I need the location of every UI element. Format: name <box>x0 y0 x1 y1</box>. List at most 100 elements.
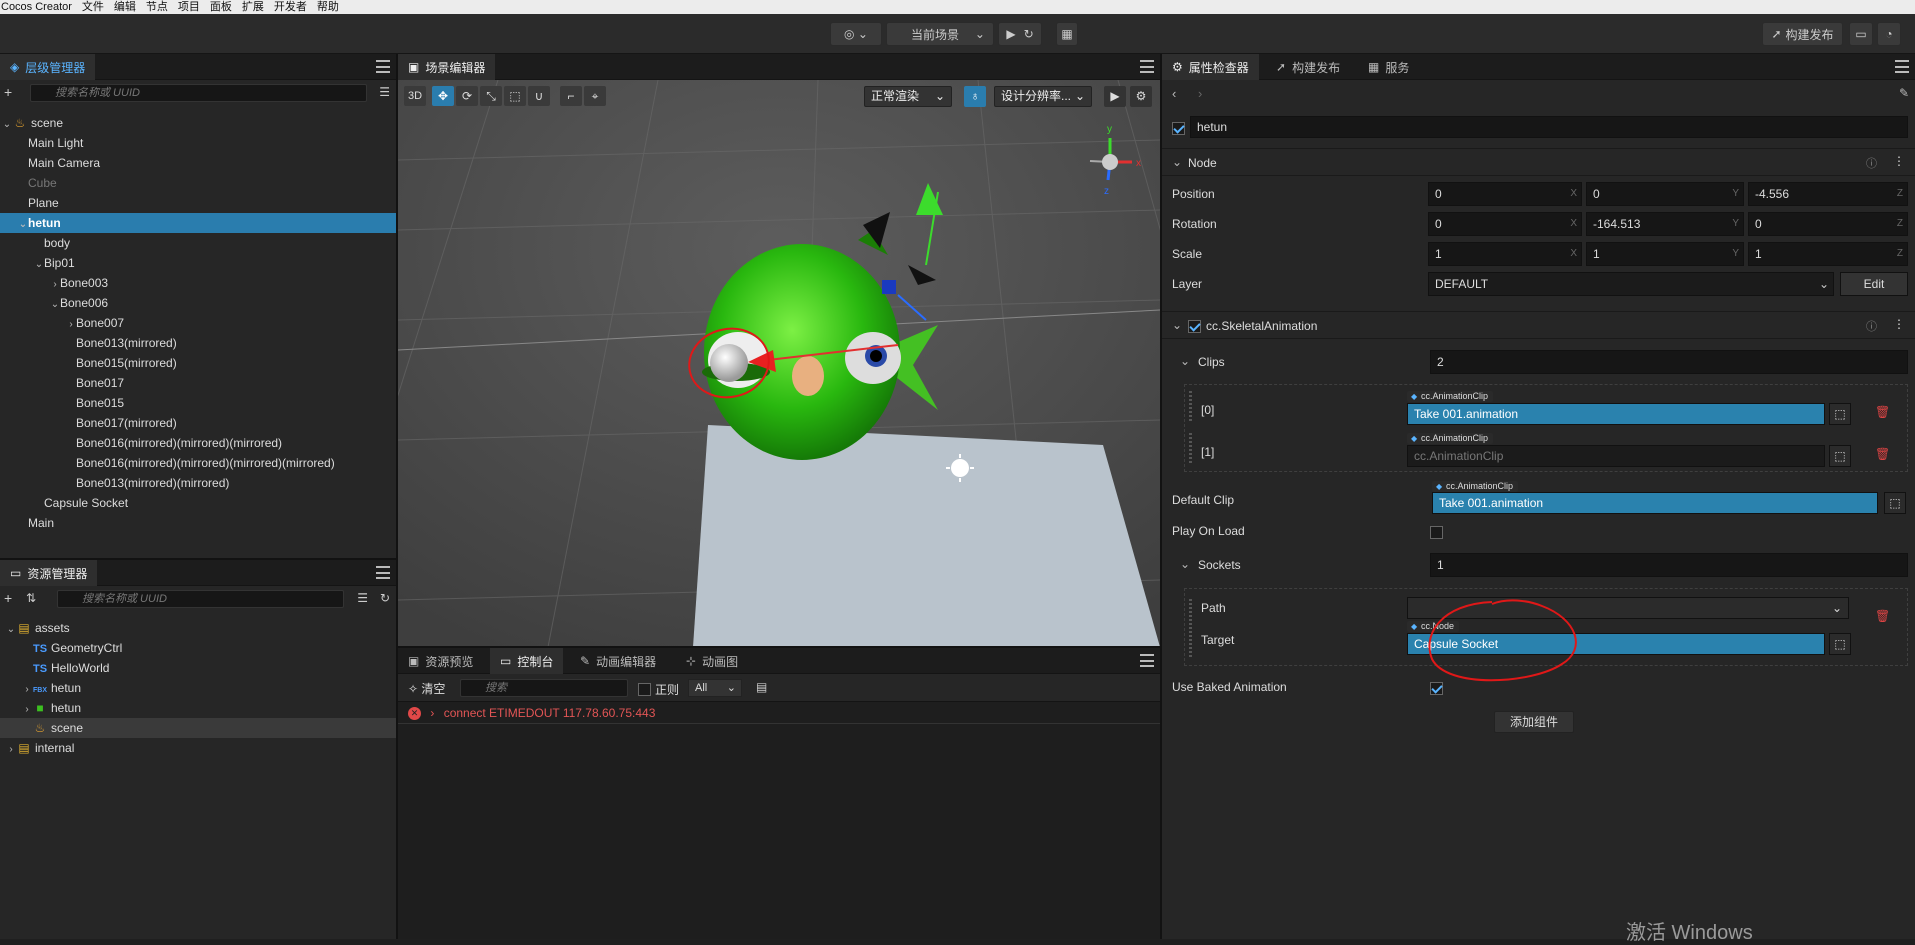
more-icon[interactable]: ⋮ <box>1893 154 1905 168</box>
more-icon[interactable]: ⋮ <box>1893 317 1905 331</box>
node-active-checkbox[interactable] <box>1172 122 1185 136</box>
component-enabled-checkbox[interactable] <box>1188 320 1201 334</box>
tab-hierarchy[interactable]: ◈ 层级管理器 <box>0 54 96 80</box>
chevron-right-icon[interactable]: › <box>22 700 32 720</box>
layer-select[interactable]: DEFAULT ⌄ <box>1428 272 1834 296</box>
tree-node[interactable]: Capsule Socket <box>0 493 396 513</box>
skeletal-animation-header[interactable]: ⌄ cc.SkeletalAnimation ⓘ ⋮ <box>1162 311 1915 339</box>
tree-node[interactable]: Bone017(mirrored) <box>0 413 396 433</box>
panel-menu-icon[interactable] <box>1895 60 1909 73</box>
tree-node[interactable]: ⌄Bone006 <box>0 293 396 313</box>
scene-select[interactable]: 当前场景 ⌄ <box>886 22 994 46</box>
tree-node[interactable]: Bone016(mirrored)(mirrored)(mirrored)(mi… <box>0 453 396 473</box>
tree-node[interactable]: Main <box>0 513 396 533</box>
splitter-center-horizontal[interactable] <box>398 646 1160 648</box>
rect-tool-icon[interactable]: ⬚ <box>504 86 526 106</box>
tree-node[interactable]: Bone016(mirrored)(mirrored)(mirrored) <box>0 433 396 453</box>
chevron-down-icon[interactable]: ⌄ <box>18 215 28 235</box>
scale-tool-icon[interactable]: ⤡ <box>480 86 502 106</box>
camera-button[interactable]: ▶ <box>1104 86 1126 107</box>
menu-developer[interactable]: 开发者 <box>274 0 307 14</box>
asset-item[interactable]: TS HelloWorld <box>0 658 396 678</box>
chevron-right-icon[interactable]: › <box>50 275 60 295</box>
build-publish-button[interactable]: ➚ 构建发布 <box>1762 22 1843 46</box>
render-mode-select[interactable]: 正常渲染 ⌄ <box>864 86 952 107</box>
play-controls[interactable]: ▶ ↻ <box>998 22 1042 46</box>
splitter-left[interactable] <box>396 54 398 939</box>
clip-0-picker[interactable]: ⬚ <box>1829 403 1851 425</box>
position-y-input[interactable]: 0Y <box>1586 182 1744 206</box>
chevron-down-icon[interactable]: ⌄ <box>2 115 12 135</box>
pivot-icon[interactable]: ⌐ <box>560 86 582 106</box>
panel-menu-icon[interactable] <box>376 566 390 579</box>
splitter-right[interactable] <box>1160 54 1162 939</box>
tab-inspector[interactable]: ⚙ 属性检查器 <box>1162 54 1259 80</box>
chevron-right-icon[interactable]: › <box>22 680 32 700</box>
scene-settings-button[interactable]: ⚙ <box>1130 86 1152 107</box>
chevron-down-icon[interactable]: ⌄ <box>6 620 16 640</box>
refresh-icon[interactable]: ↻ <box>1024 27 1034 41</box>
clips-count-input[interactable]: 2 <box>1430 350 1908 374</box>
asset-item[interactable]: › ▤ internal <box>0 738 396 758</box>
chevron-down-icon[interactable]: ⌄ <box>50 295 60 315</box>
chevron-right-icon[interactable]: › <box>66 315 76 335</box>
rotation-x-input[interactable]: 0X <box>1428 212 1582 236</box>
global-icon[interactable]: ⌖ <box>584 86 606 106</box>
trash-icon[interactable]: 🗑 <box>1875 447 1890 461</box>
asset-item[interactable]: TS GeometryCtrl <box>0 638 396 658</box>
tree-node[interactable]: › Bone003 <box>0 273 396 293</box>
sort-icon[interactable]: ⇅ <box>26 591 36 605</box>
position-z-input[interactable]: -4.556 Z <box>1748 182 1908 206</box>
platform-select[interactable]: ◎ ⌄ <box>830 22 882 46</box>
rotation-y-input[interactable]: -164.513 Y <box>1586 212 1744 236</box>
menu-node[interactable]: 节点 <box>146 0 168 14</box>
clear-button[interactable]: ✧ 清空 <box>408 680 445 697</box>
panel-menu-icon[interactable] <box>1140 654 1154 667</box>
tree-node[interactable]: Bone015(mirrored) <box>0 353 396 373</box>
regex-checkbox[interactable] <box>638 683 651 696</box>
panel-menu-icon[interactable] <box>1140 60 1154 73</box>
tab-assets[interactable]: ▭ 资源管理器 <box>0 560 98 586</box>
tab-asset-preview[interactable]: ▣ 资源预览 <box>398 648 483 674</box>
tree-node[interactable]: ⌄hetun <box>0 213 396 233</box>
tab-animation-graph[interactable]: ⊹ 动画图 <box>676 648 748 674</box>
menu-panel[interactable]: 面板 <box>210 0 232 14</box>
pin-icon[interactable]: ✎ <box>1899 86 1909 100</box>
mode-3d-button[interactable]: 3D <box>404 86 426 106</box>
menu-project[interactable]: 项目 <box>178 0 200 14</box>
list-view-icon[interactable]: ☰ <box>379 85 390 99</box>
menu-edit[interactable]: 编辑 <box>114 0 136 14</box>
sockets-count-input[interactable]: 1 <box>1430 553 1908 577</box>
tree-node[interactable]: Bone017 <box>0 373 396 393</box>
tab-console[interactable]: ▭ 控制台 <box>490 648 564 674</box>
clip-1-field[interactable]: cc.AnimationClip <box>1407 445 1825 467</box>
drag-handle-icon[interactable] <box>1189 391 1192 423</box>
tree-node[interactable]: Main Camera <box>0 153 396 173</box>
default-clip-field[interactable]: Take 001.animation <box>1432 492 1878 514</box>
scene-viewport[interactable]: y x z <box>398 80 1160 647</box>
rotate-tool-icon[interactable]: ⟳ <box>456 86 478 106</box>
resolution-select[interactable]: 设计分辨率... ⌄ <box>994 86 1092 107</box>
lightbulb-button[interactable]: ♁ <box>964 86 986 107</box>
open-folder-button[interactable]: ▭ <box>1849 22 1873 46</box>
tab-animation-editor[interactable]: ✎ 动画编辑器 <box>570 648 666 674</box>
log-filter-select[interactable]: All ⌄ <box>688 679 742 697</box>
help-icon[interactable]: ⓘ <box>1866 318 1877 334</box>
drag-handle-icon[interactable] <box>1189 599 1192 657</box>
magnet-tool-icon[interactable]: ∪ <box>528 86 550 106</box>
move-tool-icon[interactable]: ✥ <box>432 86 454 106</box>
clip-1-picker[interactable]: ⬚ <box>1829 445 1851 467</box>
tree-node[interactable]: Bone013(mirrored)(mirrored) <box>0 473 396 493</box>
tree-node[interactable]: Cube <box>0 173 396 193</box>
console-log-entry[interactable]: ✕ › connect ETIMEDOUT 117.78.60.75:443 <box>398 702 1160 724</box>
clip-0-field[interactable]: Take 001.animation <box>1407 403 1825 425</box>
scale-z-input[interactable]: 1Z <box>1748 242 1908 266</box>
chevron-down-icon[interactable]: ⌄ <box>34 255 44 275</box>
layer-edit-button[interactable]: Edit <box>1840 272 1908 296</box>
tree-node[interactable]: Main Light <box>0 133 396 153</box>
drag-handle-icon[interactable] <box>1189 433 1192 465</box>
forward-arrow-icon[interactable]: › <box>1198 86 1202 101</box>
tree-node[interactable]: Bone013(mirrored) <box>0 333 396 353</box>
expand-icon[interactable]: › <box>430 706 434 720</box>
use-baked-checkbox[interactable] <box>1430 682 1443 696</box>
